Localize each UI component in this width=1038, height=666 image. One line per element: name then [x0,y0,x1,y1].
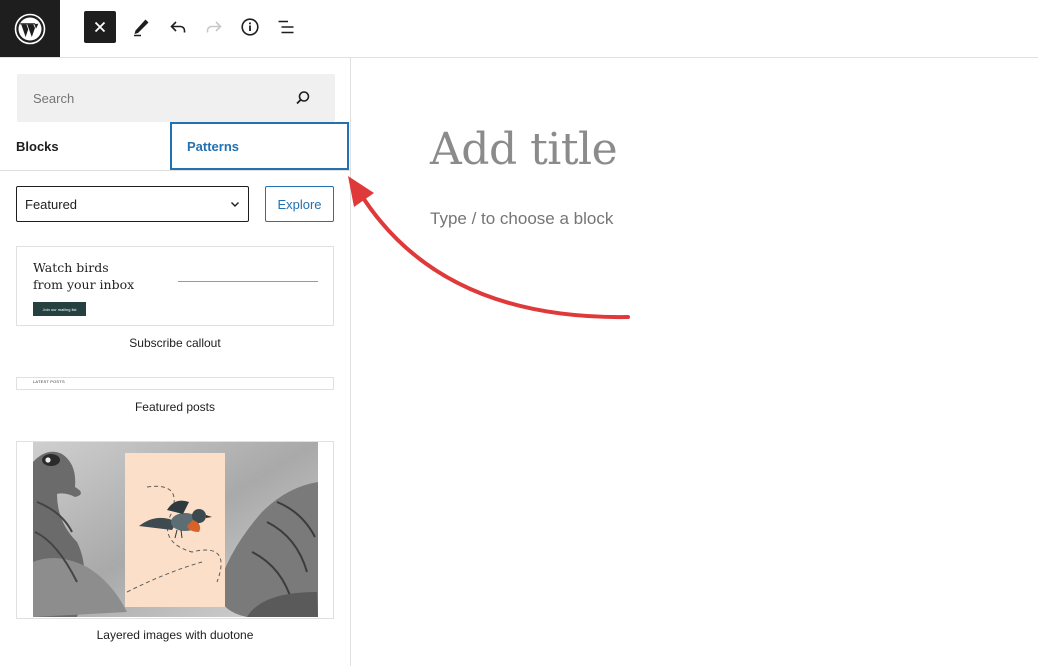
close-icon [94,21,106,33]
block-inserter-panel: Blocks Patterns Featured Explore Watch b… [0,58,351,666]
pencil-icon [134,19,149,37]
preview-divider [178,281,318,282]
pattern-preview-subscribe-callout[interactable]: Watch birds from your inbox Join our mai… [16,246,334,326]
pattern-label-subscribe-callout: Subscribe callout [129,336,221,350]
block-appender[interactable]: Type / to choose a block [430,209,613,229]
preview-heading: Watch birds from your inbox [33,260,135,292]
tab-patterns[interactable]: Patterns [170,122,349,170]
duotone-birds-image [33,442,318,617]
wordpress-icon[interactable] [0,0,60,57]
pattern-category-value: Featured [25,196,78,212]
pattern-preview-featured-posts[interactable]: LATEST POSTS [16,377,334,390]
preview-latest-posts-heading: LATEST POSTS [33,379,65,384]
tools-button[interactable] [125,11,157,43]
search-input[interactable] [17,74,277,122]
tab-blocks[interactable]: Blocks [0,122,170,170]
post-title-input[interactable]: Add title [430,124,618,175]
details-button[interactable] [234,11,266,43]
list-view-icon [278,20,294,34]
undo-button[interactable] [162,11,194,43]
pattern-label-featured-posts: Featured posts [134,400,216,414]
pattern-preview-layered-images[interactable] [16,441,334,619]
editor-toolbar [0,0,1038,58]
pattern-label-layered-images: Layered images with duotone [96,628,254,642]
search-box [17,74,335,122]
redo-icon [206,21,222,33]
list-view-button[interactable] [270,11,302,43]
undo-icon [170,21,186,33]
close-button[interactable] [84,11,116,43]
info-icon [241,18,259,36]
search-icon[interactable] [293,88,313,108]
chevron-down-icon [231,202,239,207]
explore-button[interactable]: Explore [265,186,334,222]
inserter-tabs: Blocks Patterns [0,122,350,171]
redo-button[interactable] [198,11,230,43]
pattern-category-select[interactable]: Featured [16,186,249,222]
preview-button: Join our mailing list [33,302,86,316]
